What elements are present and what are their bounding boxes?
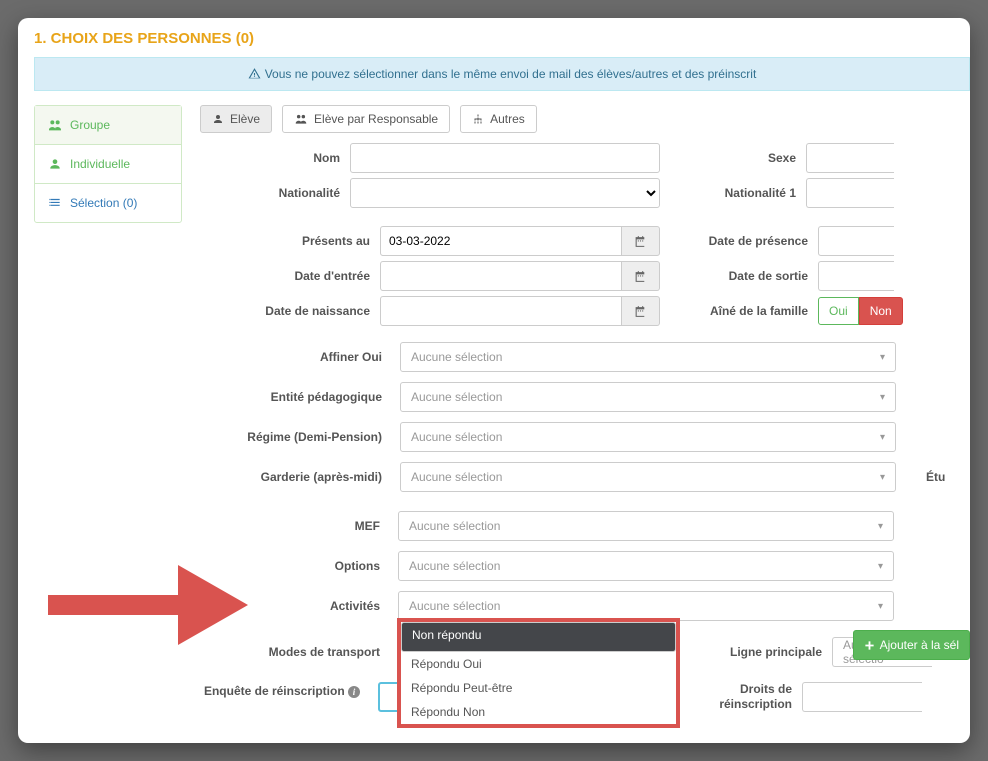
sidebar-item-groupe[interactable]: Groupe (35, 106, 181, 145)
tab-row: Elève Elève par Responsable Autres (200, 105, 970, 133)
presents-au-input[interactable] (380, 226, 622, 256)
group-icon (294, 113, 308, 125)
date-presence-input[interactable] (818, 226, 894, 256)
label-date-naissance: Date de naissance (200, 304, 380, 318)
affiner-select[interactable]: Aucune sélection (400, 342, 896, 372)
warning-banner: Vous ne pouvez sélectionner dans le même… (34, 57, 970, 91)
tab-eleve-responsable[interactable]: Elève par Responsable (282, 105, 450, 133)
calendar-icon (634, 305, 647, 318)
label-etu: Étu (926, 470, 945, 484)
label-entite: Entité pédagogique (200, 390, 400, 404)
enquete-dropdown-list: Non répondu Répondu Oui Répondu Peut-êtr… (397, 618, 680, 728)
calendar-button[interactable] (622, 226, 660, 256)
nationalite1-input[interactable] (806, 178, 894, 208)
sidebar-item-individuelle[interactable]: Individuelle (35, 145, 181, 184)
mef-select[interactable]: Aucune sélection (398, 511, 894, 541)
calendar-button[interactable] (622, 296, 660, 326)
sidebar-label-groupe: Groupe (70, 118, 110, 132)
label-enquete: Enquête de réinscription i (200, 682, 378, 699)
aine-oui-button[interactable]: Oui (818, 297, 859, 325)
label-garderie: Garderie (après-midi) (200, 470, 400, 484)
calendar-icon (634, 270, 647, 283)
calendar-button[interactable] (622, 261, 660, 291)
nom-input[interactable] (350, 143, 660, 173)
droits-input[interactable] (802, 682, 922, 712)
regime-select[interactable]: Aucune sélection (400, 422, 896, 452)
dropdown-option[interactable]: Répondu Peut-être (401, 676, 676, 700)
calendar-icon (634, 235, 647, 248)
dropdown-option[interactable]: Répondu Oui (401, 652, 676, 676)
warning-icon (248, 67, 261, 80)
add-to-selection-button[interactable]: Ajouter à la sél (853, 630, 970, 660)
hierarchy-icon (472, 113, 484, 125)
sidebar-label-selection: Sélection (0) (70, 196, 137, 210)
nationalite-select[interactable] (350, 178, 660, 208)
label-ligne: Ligne principale (682, 645, 832, 659)
label-affiner: Affiner Oui (200, 350, 400, 364)
label-date-presence: Date de présence (688, 234, 818, 248)
mode-sidebar: Groupe Individuelle Sélection (0) (34, 105, 182, 223)
tab-autres[interactable]: Autres (460, 105, 537, 133)
label-sexe: Sexe (688, 151, 806, 165)
info-icon: i (348, 686, 360, 698)
person-icon (212, 113, 224, 125)
plus-icon (864, 640, 875, 651)
group-icon (47, 118, 63, 132)
activites-select[interactable]: Aucune sélection (398, 591, 894, 621)
label-date-entree: Date d'entrée (200, 269, 380, 283)
list-icon (47, 196, 63, 210)
label-date-sortie: Date de sortie (688, 269, 818, 283)
dropdown-option[interactable]: Non répondu (401, 622, 676, 652)
label-droits: Droits de réinscription (702, 682, 802, 712)
sexe-input[interactable] (806, 143, 894, 173)
label-presents-au: Présents au (200, 234, 380, 248)
aine-toggle: Oui Non (818, 297, 903, 325)
annotation-arrow (48, 560, 248, 650)
label-nationalite1: Nationalité 1 (688, 186, 806, 200)
options-select[interactable]: Aucune sélection (398, 551, 894, 581)
date-sortie-input[interactable] (818, 261, 894, 291)
label-mef: MEF (200, 519, 398, 533)
label-aine: Aîné de la famille (688, 304, 818, 318)
person-icon (47, 157, 63, 171)
label-regime: Régime (Demi-Pension) (200, 430, 400, 444)
section-title-1: 1. CHOIX DES PERSONNES (0) (34, 30, 970, 47)
dropdown-option[interactable]: Répondu Non (401, 700, 676, 724)
garderie-select[interactable]: Aucune sélection (400, 462, 896, 492)
sidebar-item-selection[interactable]: Sélection (0) (35, 184, 181, 222)
date-entree-input[interactable] (380, 261, 622, 291)
label-nom: Nom (200, 151, 350, 165)
date-naissance-input[interactable] (380, 296, 622, 326)
entite-select[interactable]: Aucune sélection (400, 382, 896, 412)
aine-non-button[interactable]: Non (859, 297, 903, 325)
sidebar-label-individuelle: Individuelle (70, 157, 130, 171)
tab-eleve[interactable]: Elève (200, 105, 272, 133)
label-nationalite: Nationalité (200, 186, 350, 200)
